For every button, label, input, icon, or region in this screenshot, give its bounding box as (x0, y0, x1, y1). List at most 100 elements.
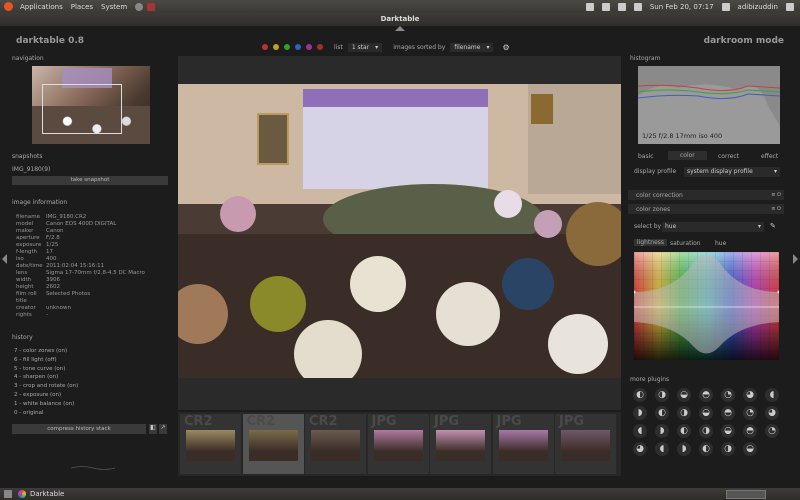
user-name[interactable]: adibizuddin (738, 3, 778, 11)
color-picker-icon[interactable]: ✎ (770, 222, 776, 230)
network-icon[interactable] (585, 2, 594, 11)
plugin-toggle-icon[interactable]: ◐ (633, 388, 647, 402)
filmstrip-thumb[interactable]: JPG (367, 414, 429, 474)
filmstrip-thumb[interactable]: CR2 (305, 414, 366, 474)
menu-places[interactable]: Places (67, 3, 97, 11)
plugin-toggle-icon[interactable]: ◐ (677, 424, 691, 438)
zone-tab-lightness[interactable]: lightness (634, 239, 668, 246)
navigation-preview[interactable] (32, 66, 150, 144)
history-item[interactable]: 2 - exposure (on) (14, 391, 164, 400)
navigation-header[interactable]: navigation (12, 55, 44, 62)
volume-icon[interactable] (617, 2, 626, 11)
plugin-toggle-icon[interactable]: ◗ (655, 424, 669, 438)
plugin-toggle-icon[interactable]: ◕ (765, 406, 779, 420)
plugin-toggle-icon[interactable]: ◕ (743, 388, 757, 402)
history-header[interactable]: history (12, 334, 33, 341)
plugin-toggle-icon[interactable]: ◖ (655, 442, 669, 456)
display-profile-dropdown[interactable]: system display profile ▾ (684, 167, 780, 177)
plugin-toggle-icon[interactable]: ◑ (655, 388, 669, 402)
rating-filter-dropdown[interactable]: 1 star ▾ (347, 42, 383, 52)
history-item[interactable]: 7 - color zones (on) (14, 347, 164, 356)
select-by-dropdown[interactable]: hue ▾ (662, 222, 764, 232)
collapse-left-arrow-icon[interactable] (2, 254, 7, 264)
main-photo[interactable] (178, 84, 621, 378)
plugin-toggle-icon[interactable]: ◐ (699, 442, 713, 456)
snapshots-header[interactable]: snapshots (12, 153, 43, 160)
plugin-toggle-icon[interactable]: ◑ (699, 424, 713, 438)
plugin-toggle-icon[interactable]: ◓ (699, 388, 713, 402)
history-export-icon[interactable]: ↗ (159, 424, 167, 434)
color-label-purple[interactable] (306, 44, 312, 50)
filmstrip-thumb[interactable]: JPG (492, 414, 554, 474)
plugin-toggle-icon[interactable]: ◒ (699, 406, 713, 420)
snapshot-item[interactable]: IMG_9180(9) (12, 166, 50, 173)
tab-effect[interactable]: effect (761, 153, 778, 160)
color-zones-module[interactable]: color zones ≡ ⏻ (628, 204, 784, 214)
plugin-toggle-icon[interactable]: ◔ (743, 406, 757, 420)
color-label-red[interactable] (262, 44, 268, 50)
show-desktop-icon[interactable] (4, 490, 12, 498)
tab-basic[interactable]: basic (638, 153, 654, 160)
plugin-toggle-icon[interactable]: ◐ (655, 406, 669, 420)
taskbar-item-darktable[interactable]: Darktable (30, 490, 64, 498)
color-label-yellow[interactable] (273, 44, 279, 50)
collapse-right-arrow-icon[interactable] (793, 254, 798, 264)
plugin-toggle-icon[interactable]: ◓ (743, 424, 757, 438)
more-plugins-header[interactable]: more plugins (630, 376, 669, 383)
plugin-toggle-icon[interactable]: ◔ (765, 424, 779, 438)
clock[interactable]: Sun Feb 20, 07:17 (650, 3, 714, 11)
workspace-switcher[interactable] (726, 489, 766, 499)
plugin-toggle-icon[interactable]: ◑ (721, 442, 735, 456)
color-label-green[interactable] (284, 44, 290, 50)
tab-color[interactable]: color (668, 151, 707, 160)
history-item[interactable]: 0 - original (14, 409, 164, 418)
history-style-icon[interactable]: ◧ (149, 424, 157, 434)
plugin-toggle-icon[interactable]: ◔ (721, 388, 735, 402)
history-item[interactable]: 6 - fill light (off) (14, 356, 164, 365)
history-item[interactable]: 3 - crop and rotate (on) (14, 382, 164, 391)
zone-tab-saturation[interactable]: saturation (670, 240, 701, 247)
image-information-header[interactable]: image information (12, 199, 67, 206)
tab-correct[interactable]: correct (718, 153, 739, 160)
color-correction-module[interactable]: color correction ≡ ⏻ (628, 190, 784, 200)
filmstrip-thumb[interactable]: JPG (430, 414, 491, 474)
plugin-toggle-icon[interactable]: ◒ (743, 442, 757, 456)
plugin-toggle-icon[interactable]: ◗ (677, 442, 691, 456)
power-icon[interactable] (786, 2, 794, 11)
history-item[interactable]: 5 - tone curve (on) (14, 365, 164, 374)
plugin-toggle-icon[interactable]: ◑ (677, 406, 691, 420)
ubuntu-logo-icon[interactable] (4, 2, 13, 11)
collapse-top-arrow-icon[interactable] (395, 26, 405, 31)
take-snapshot-button[interactable]: take snapshot (12, 176, 168, 185)
battery-icon[interactable] (633, 2, 642, 11)
history-item[interactable]: 4 - sharpen (on) (14, 373, 164, 382)
browser-launcher-icon[interactable] (135, 2, 144, 11)
color-zones-graph[interactable] (634, 252, 779, 360)
plugin-toggle-icon[interactable]: ◒ (721, 424, 735, 438)
plugin-toggle-icon[interactable]: ◗ (633, 406, 647, 420)
app-launcher-icon[interactable] (147, 2, 156, 11)
history-item[interactable]: 1 - white balance (on) (14, 400, 164, 409)
color-label-clear[interactable] (317, 44, 323, 50)
module-presets-icon[interactable]: ≡ ⏻ (771, 206, 781, 212)
zone-tab-hue[interactable]: hue (715, 240, 726, 247)
menu-applications[interactable]: Applications (16, 3, 67, 11)
filmstrip-thumb[interactable]: JPG (555, 414, 616, 474)
plugin-toggle-icon[interactable]: ◖ (633, 424, 647, 438)
mail-icon[interactable] (601, 2, 610, 11)
plugin-toggle-icon[interactable]: ◒ (677, 388, 691, 402)
plugin-toggle-icon[interactable]: ◕ (633, 442, 647, 456)
gear-icon[interactable]: ⚙ (502, 43, 509, 52)
plugin-toggle-icon[interactable]: ◖ (765, 388, 779, 402)
module-presets-icon[interactable]: ≡ ⏻ (771, 192, 781, 198)
filmstrip-thumb[interactable]: CR2 (242, 414, 304, 474)
plugin-toggle-icon[interactable]: ◓ (721, 406, 735, 420)
histogram-graph[interactable]: 1/25 f/2.8 17mm iso 400 (638, 66, 780, 144)
plugin-toggle-icon[interactable] (765, 442, 779, 456)
filmstrip-thumb[interactable]: CR2 (180, 414, 241, 474)
histogram-header[interactable]: histogram (630, 55, 660, 62)
color-label-blue[interactable] (295, 44, 301, 50)
view-mode[interactable]: darkroom mode (704, 36, 784, 46)
compress-history-button[interactable]: compress history stack (12, 424, 146, 434)
sort-dropdown[interactable]: filename ▾ (450, 42, 494, 52)
